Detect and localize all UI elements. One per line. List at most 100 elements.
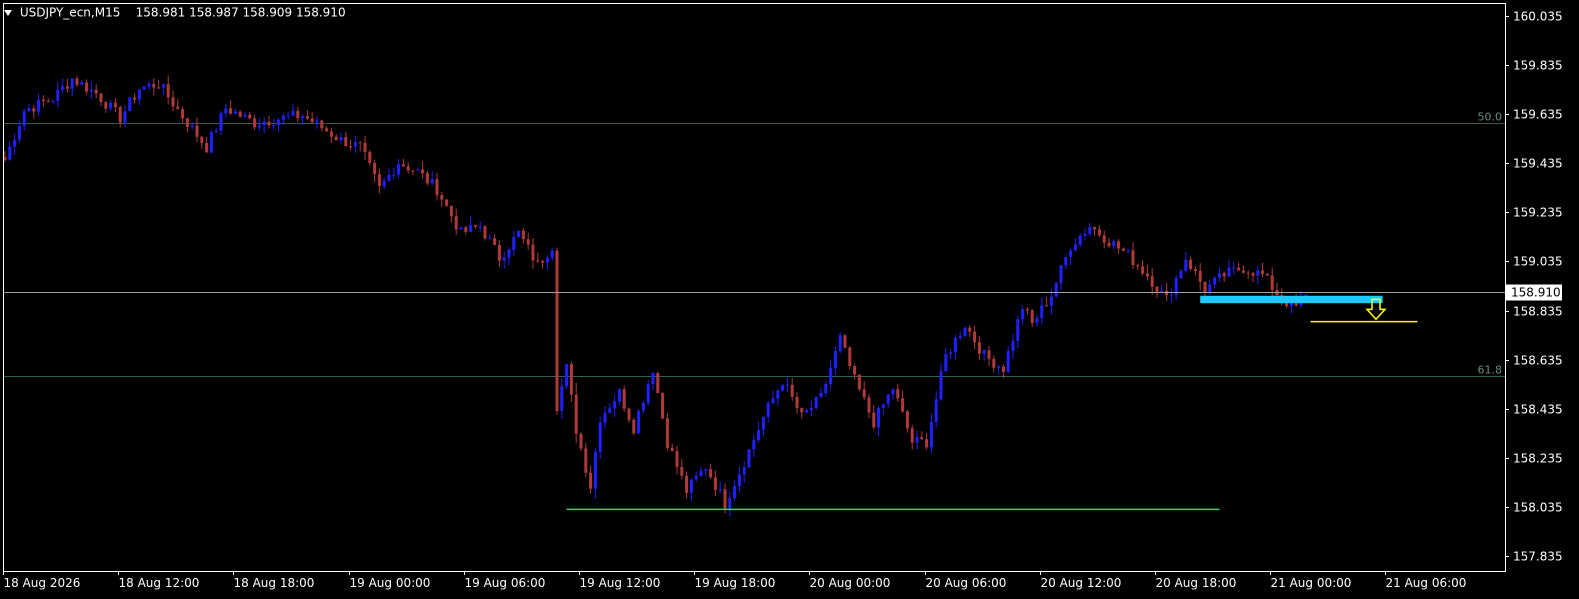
candle-body (877, 407, 881, 428)
candle-body (555, 250, 559, 411)
candle-body (733, 486, 737, 499)
candle-body (848, 347, 852, 367)
candle-body (401, 164, 405, 167)
candle-body (32, 108, 36, 112)
candle-body (1035, 317, 1039, 323)
x-tick-label: 19 Aug 18:00 (695, 576, 776, 590)
candle-body (224, 108, 228, 114)
candle-body (219, 113, 223, 131)
candle-body (1189, 259, 1193, 270)
candle-body (353, 142, 357, 147)
candle-body (689, 479, 693, 493)
candle-body (325, 128, 329, 132)
candle-body (152, 83, 156, 88)
candle-body (713, 477, 717, 490)
candle-body (209, 132, 213, 153)
candle-body (1069, 250, 1073, 257)
candle-body (421, 169, 425, 174)
candle-body (579, 433, 583, 449)
symbol-label: USDJPY_ecn,M15 (19, 5, 121, 20)
candle-body (344, 136, 348, 147)
candle-body (478, 226, 482, 228)
candle-body (128, 97, 132, 112)
price-chart[interactable]: 50.0 61.8 160.035 159.835 159.635 159.435 159… (0, 0, 1579, 599)
candle-body (1141, 266, 1145, 274)
candle-body (968, 327, 972, 332)
candle-body (1184, 259, 1188, 271)
candle-body (593, 451, 597, 489)
candle-body (99, 93, 103, 103)
candle-body (373, 162, 377, 175)
candle-body (51, 100, 55, 102)
candle-body (109, 102, 113, 109)
candle-body (358, 142, 362, 144)
candle-body (1059, 265, 1063, 284)
y-tick-label: 160.035 (1513, 10, 1563, 24)
candle-body (584, 448, 588, 473)
candle-body (497, 244, 501, 261)
candle-body (766, 403, 770, 417)
candle-body (977, 342, 981, 354)
candle-body (339, 136, 343, 141)
candle-body (603, 412, 607, 423)
fib-level-label: 61.8 (1478, 364, 1503, 377)
candle-body (824, 383, 828, 393)
candle-body (992, 358, 996, 368)
candle-body (646, 384, 650, 403)
candle-body (545, 257, 549, 263)
candle-body (195, 125, 199, 137)
candle-body (185, 118, 189, 128)
candle-body (526, 239, 530, 245)
candle-body (406, 166, 410, 171)
y-tick-label: 159.235 (1513, 206, 1563, 220)
candle-body (493, 238, 497, 245)
candle-body (1213, 277, 1217, 285)
candle-body (661, 393, 665, 419)
candle-body (958, 336, 962, 338)
candle-body (243, 114, 247, 117)
candle-body (94, 89, 98, 94)
x-tick-label: 19 Aug 06:00 (465, 576, 546, 590)
candle-body (137, 89, 141, 100)
dropdown-triangle-icon[interactable] (4, 9, 12, 16)
candle-body (637, 410, 641, 434)
candle-body (934, 399, 938, 422)
candle-body (1217, 273, 1221, 278)
candle-body (238, 111, 242, 117)
candle-body (675, 450, 679, 467)
candle-body (776, 390, 780, 399)
candle-body (56, 89, 60, 101)
candle-body (1025, 309, 1029, 311)
candle-body (113, 102, 117, 108)
candle-body (565, 364, 569, 387)
candle-body (641, 402, 645, 411)
candle-body (541, 261, 545, 263)
candle-body (589, 472, 593, 489)
candle-body (377, 174, 381, 187)
candle-body (795, 396, 799, 409)
candle-body (286, 115, 290, 117)
candle-body (296, 111, 300, 119)
y-tick-label: 159.435 (1513, 157, 1563, 171)
candle-body (886, 394, 890, 405)
candle-body (761, 416, 765, 430)
candle-body (531, 244, 535, 261)
x-tick-label: 21 Aug 06:00 (1386, 576, 1467, 590)
candle-body (550, 250, 554, 258)
candle-body (502, 257, 506, 261)
candle-body (1265, 273, 1269, 276)
x-tick-label: 19 Aug 00:00 (350, 576, 431, 590)
candle-body (411, 170, 415, 172)
candle-body (301, 116, 305, 119)
candle-body (608, 408, 612, 413)
candle-body (161, 84, 165, 88)
candle-body (622, 389, 626, 409)
candle-body (771, 398, 775, 404)
candle-body (368, 151, 372, 163)
candle-body (171, 97, 175, 107)
candle-body (1198, 270, 1202, 282)
candle-body (1261, 270, 1265, 274)
candle-body (982, 350, 986, 354)
candle-body (277, 119, 281, 126)
candle-body (862, 389, 866, 398)
